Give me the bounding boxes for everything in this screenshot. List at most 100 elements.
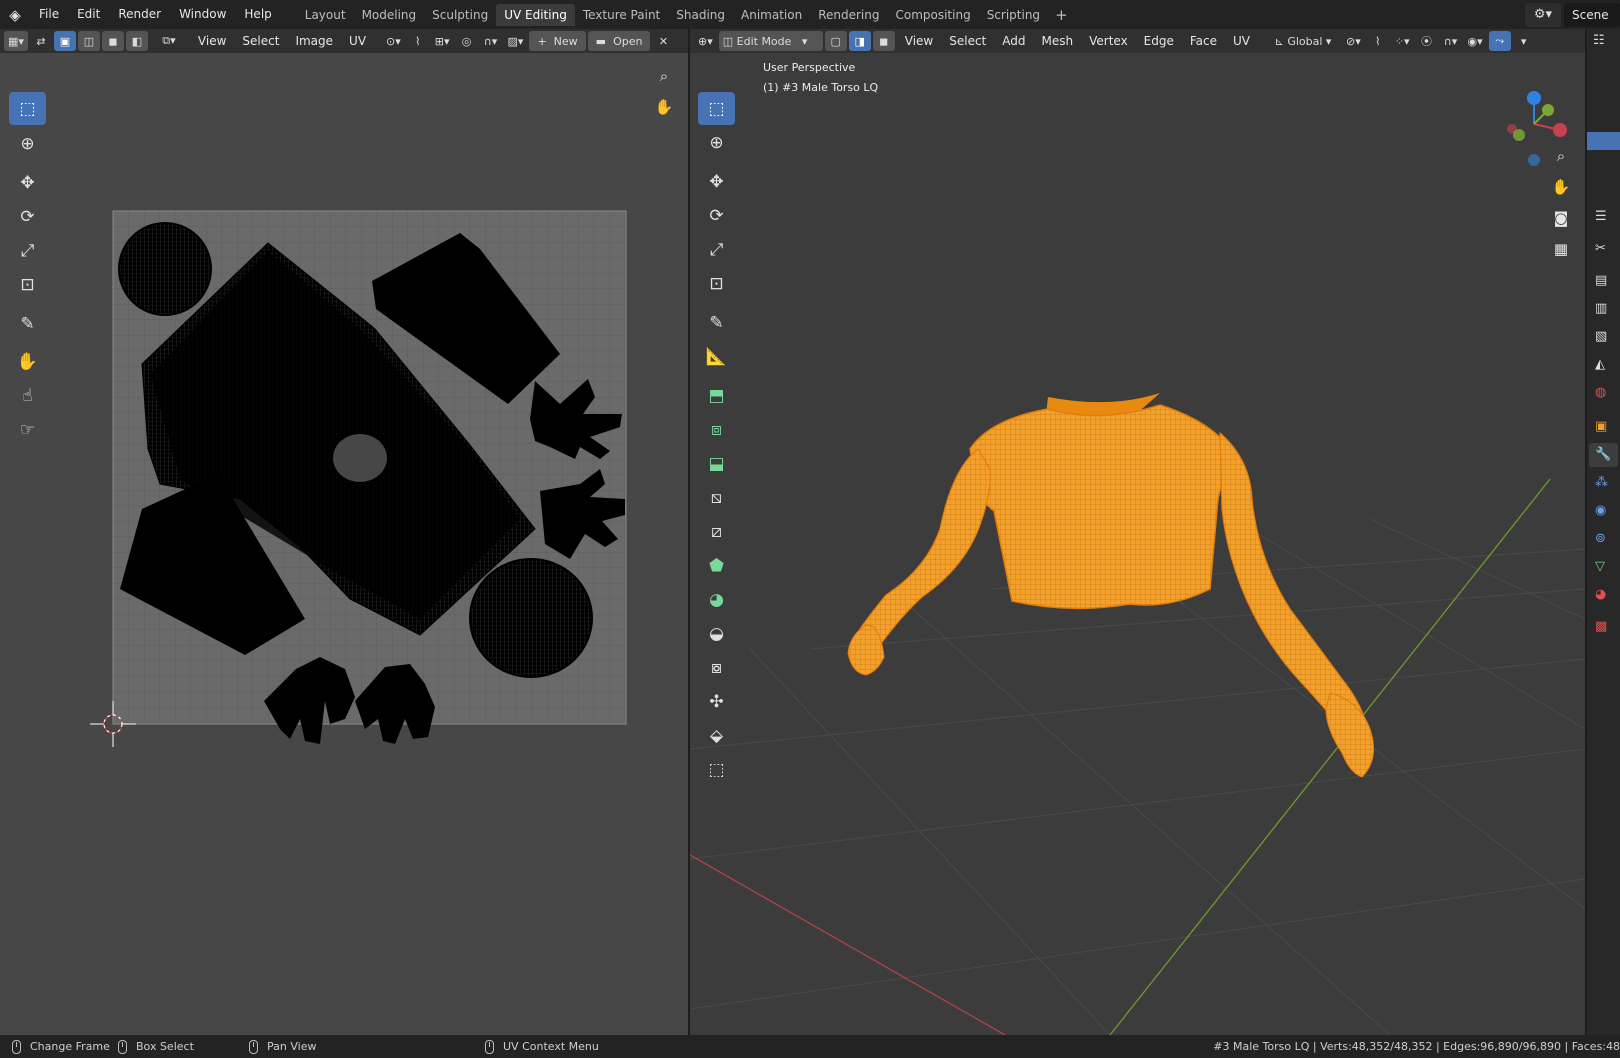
properties-sidebar: ☷ ☰ ✂ ▤ ▥ ▧ ◭ ◍ ▣ 🔧 ⁂ ◉ ⊚ ▽ ◕ ▩ <box>1587 29 1620 1035</box>
edge-slide-tool-icon[interactable]: ⧇ <box>698 651 735 684</box>
proportional-edit-icon[interactable]: ⦿ <box>1416 31 1438 51</box>
shear-tool-icon[interactable]: ⬙ <box>698 719 735 752</box>
object-properties-icon[interactable]: ▣ <box>1595 419 1607 434</box>
move-tool-icon[interactable]: ✥ <box>698 165 735 198</box>
viewport-menu-select[interactable]: Select <box>941 29 994 53</box>
right-arm <box>1219 431 1365 730</box>
outliner-selected-row[interactable] <box>1587 132 1620 150</box>
cursor-tool-icon[interactable]: ⊕ <box>698 126 735 159</box>
scene-selector[interactable]: ⚙▾ Scene <box>1525 2 1620 27</box>
measure-tool-icon[interactable]: 📐 <box>698 340 735 373</box>
tab-scripting[interactable]: Scripting <box>979 4 1048 26</box>
falloff-icon[interactable]: ∩▾ <box>1440 31 1462 51</box>
viewport-menu-vertex[interactable]: Vertex <box>1081 29 1136 53</box>
tab-sculpting[interactable]: Sculpting <box>424 4 496 26</box>
vertex-select-icon[interactable]: ▢ <box>824 31 847 51</box>
tab-compositing[interactable]: Compositing <box>887 4 978 26</box>
status-uv-context-menu: UV Context Menu <box>485 1039 599 1054</box>
orientation-selector[interactable]: ⊾ Global ▾ <box>1266 31 1340 51</box>
material-properties-icon[interactable]: ◕ <box>1595 587 1606 602</box>
blender-logo-icon[interactable]: ◈ <box>0 0 30 29</box>
output-properties-icon[interactable]: ▥ <box>1595 301 1607 316</box>
constraints-icon[interactable]: ⊚ <box>1595 531 1606 546</box>
data-properties-icon[interactable]: ▽ <box>1595 559 1605 574</box>
gizmo-toggle-icon[interactable]: ⤳ <box>1488 31 1511 51</box>
menu-file[interactable]: File <box>30 0 68 29</box>
right-mouse-icon <box>485 1039 494 1054</box>
annotate-tool-icon[interactable]: ✎ <box>698 306 735 339</box>
rotate-tool-icon[interactable]: ⟳ <box>698 199 735 232</box>
gizmo-x <box>1553 123 1567 137</box>
menu-window[interactable]: Window <box>170 0 235 29</box>
texture-properties-icon[interactable]: ▩ <box>1595 619 1607 634</box>
menu-render[interactable]: Render <box>109 0 170 29</box>
ortho-grid-icon[interactable]: ▦ <box>1547 235 1575 263</box>
face-select-icon[interactable]: ◼ <box>872 31 895 51</box>
tab-animation[interactable]: Animation <box>733 4 810 26</box>
poly-build-tool-icon[interactable]: ⬟ <box>698 549 735 582</box>
modifier-properties-icon[interactable]: 🔧 <box>1589 443 1618 467</box>
3d-viewport[interactable]: ⊕▾ ◫ Edit Mode ▾ ▢ ◨ ◼ View Select Add Mesh… <box>690 29 1585 1035</box>
world-properties-icon[interactable]: ◍ <box>1595 385 1606 400</box>
rip-region-tool-icon[interactable]: ⬚ <box>698 753 735 786</box>
viewport-menu-uv[interactable]: UV <box>1225 29 1258 53</box>
gizmo-options-icon[interactable]: ▾ <box>1513 31 1535 51</box>
render-properties-icon[interactable]: ▤ <box>1595 273 1607 288</box>
tab-uv-editing[interactable]: UV Editing <box>496 4 575 26</box>
status-change-frame: Change Frame <box>12 1039 110 1054</box>
snap-target-icon[interactable]: ⁘▾ <box>1391 31 1414 51</box>
select-box-tool-icon[interactable]: ⬚ <box>698 92 735 125</box>
edge-select-icon[interactable]: ◨ <box>848 31 871 51</box>
particles-icon[interactable]: ⁂ <box>1595 475 1608 490</box>
uv-editor[interactable]: ▦▾ ⇄ ▣ ◫ ◼ ◧ ⧉▾ View Select Image UV ⊙▾ ⌇ ⊞… <box>0 29 688 1035</box>
shrink-fatten-tool-icon[interactable]: ✣ <box>698 685 735 718</box>
viewport-menu-edge[interactable]: Edge <box>1136 29 1182 53</box>
viewport-menu-mesh[interactable]: Mesh <box>1034 29 1082 53</box>
tab-rendering[interactable]: Rendering <box>810 4 887 26</box>
extrude-tool-icon[interactable]: ⬒ <box>698 379 735 412</box>
scale-tool-icon[interactable]: ⤢ <box>698 233 735 266</box>
tab-modeling[interactable]: Modeling <box>354 4 425 26</box>
outliner-icon[interactable]: ☷ <box>1593 33 1605 48</box>
editor-type-icon[interactable]: ⊕▾ <box>694 31 717 51</box>
gizmo-y <box>1542 104 1554 116</box>
menu-edit[interactable]: Edit <box>68 0 109 29</box>
scene-properties-icon[interactable]: ◭ <box>1595 357 1605 372</box>
tool-properties-icon[interactable]: ✂ <box>1595 241 1606 256</box>
transform-tool-icon[interactable]: ⊡ <box>698 267 735 300</box>
add-workspace-button[interactable]: + <box>1048 6 1075 24</box>
tab-shading[interactable]: Shading <box>668 4 733 26</box>
bevel-tool-icon[interactable]: ⬓ <box>698 447 735 480</box>
tab-texture-paint[interactable]: Texture Paint <box>575 4 668 26</box>
viewport-canvas[interactable] <box>690 29 1585 1035</box>
pan-hand-icon[interactable]: ✋ <box>1547 173 1575 201</box>
loop-cut-tool-icon[interactable]: ⧅ <box>698 481 735 514</box>
properties-options-icon[interactable]: ☰ <box>1595 209 1607 224</box>
visibility-icon[interactable]: ◉▾ <box>1464 31 1487 51</box>
scene-name[interactable]: Scene <box>1564 2 1620 27</box>
x-axis-line <box>690 854 1006 1035</box>
smooth-tool-icon[interactable]: ◒ <box>698 617 735 650</box>
inset-faces-tool-icon[interactable]: ⧈ <box>698 413 735 446</box>
left-arm <box>858 448 991 655</box>
camera-icon[interactable]: ◙ <box>1547 204 1575 232</box>
pivot-point-icon[interactable]: ⊘▾ <box>1342 31 1365 51</box>
snap-icon[interactable]: ⌇ <box>1367 31 1389 51</box>
menu-help[interactable]: Help <box>235 0 280 29</box>
view-layer-icon[interactable]: ▧ <box>1595 329 1607 344</box>
status-pan-view: Pan View <box>249 1039 316 1054</box>
viewport-menu-view[interactable]: View <box>897 29 941 53</box>
viewport-menu-face[interactable]: Face <box>1182 29 1225 53</box>
spin-tool-icon[interactable]: ◕ <box>698 583 735 616</box>
knife-tool-icon[interactable]: ⧄ <box>698 515 735 548</box>
viewport-menu-add[interactable]: Add <box>994 29 1033 53</box>
physics-icon[interactable]: ◉ <box>1595 503 1606 518</box>
zoom-icon[interactable]: ⌕ <box>1547 142 1575 170</box>
tab-layout[interactable]: Layout <box>297 4 354 26</box>
gizmo-z <box>1527 91 1541 105</box>
workspace-tabs: Layout Modeling Sculpting UV Editing Texture… <box>297 3 1048 26</box>
perspective-label: User Perspective <box>763 61 856 74</box>
uv-canvas[interactable] <box>0 29 688 1035</box>
mode-selector[interactable]: ◫ Edit Mode ▾ <box>718 31 823 51</box>
scene-icon[interactable]: ⚙▾ <box>1525 2 1561 27</box>
